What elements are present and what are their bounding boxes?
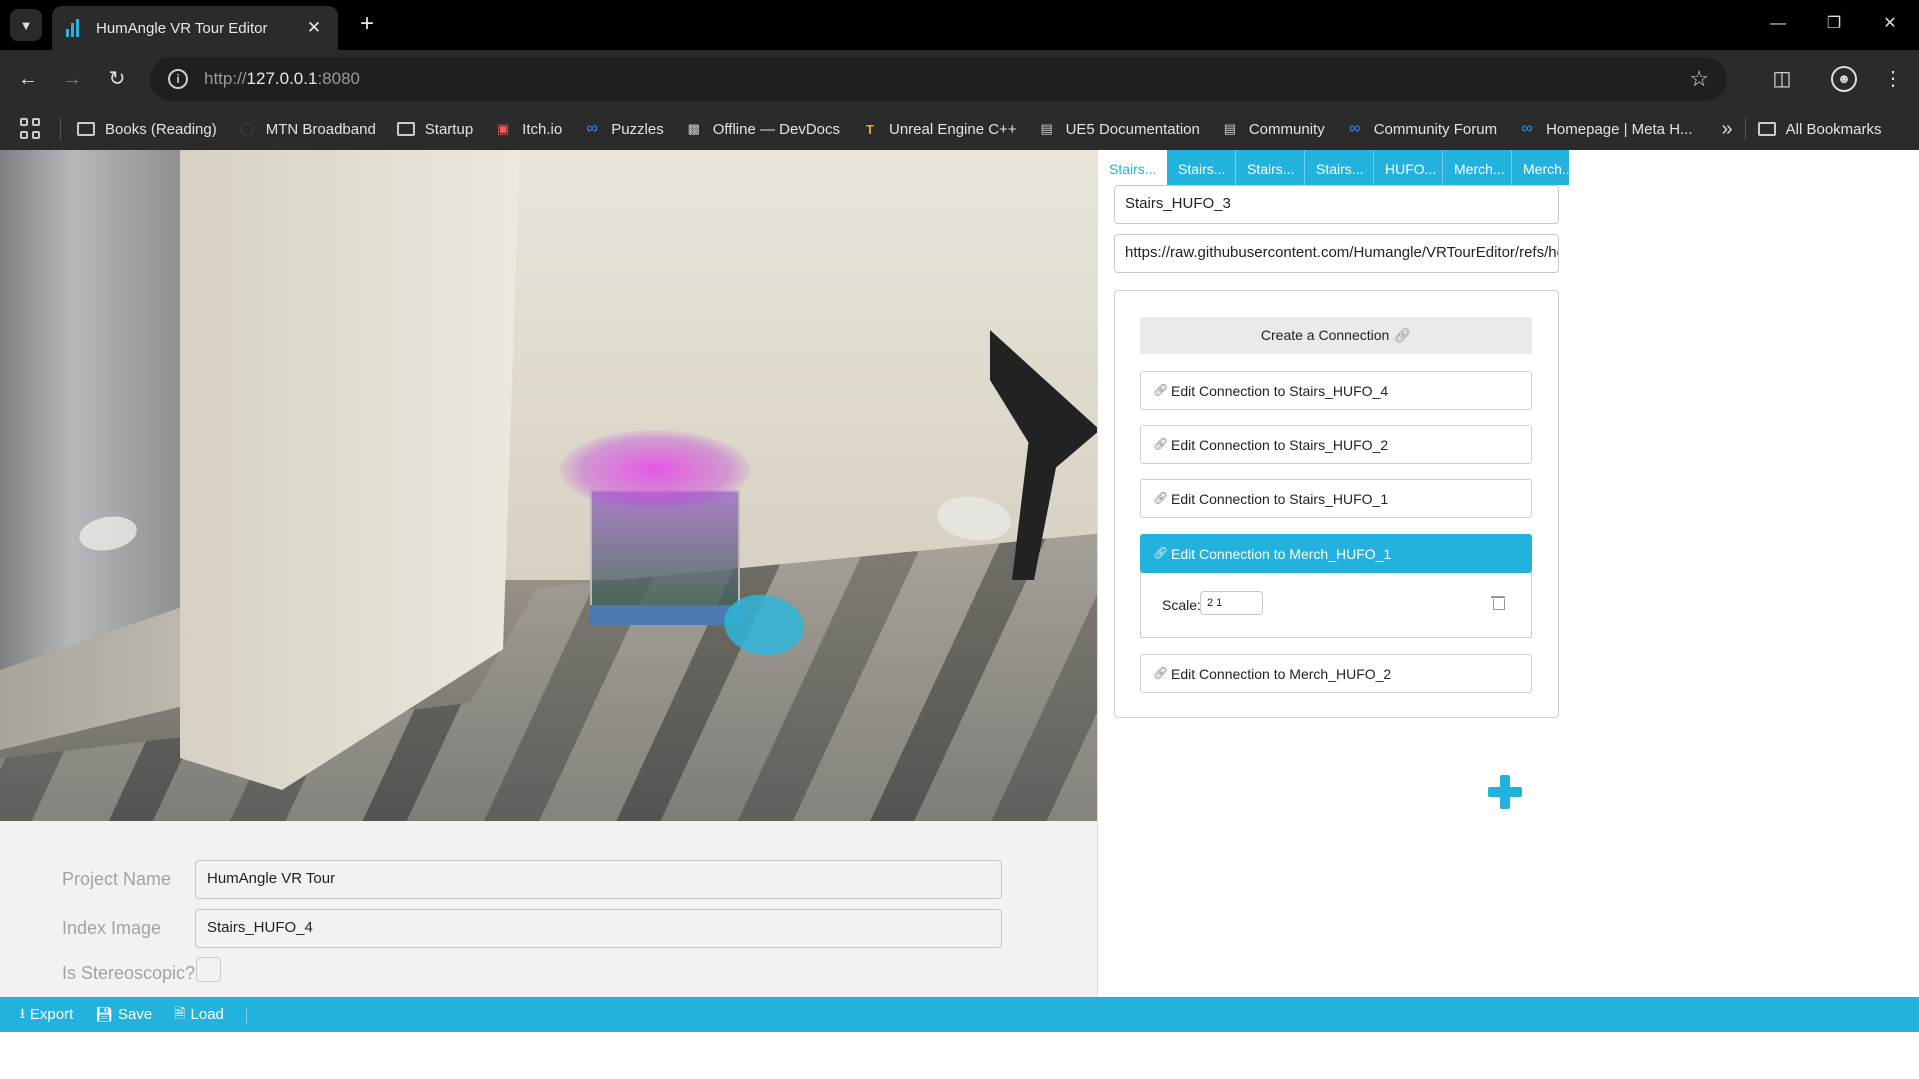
bookmark-community-forum[interactable]: ∞ Community Forum [1346, 120, 1497, 138]
link-icon: 🔗︎ [1153, 491, 1169, 505]
bookmark-devdocs[interactable]: ▩ Offline — DevDocs [685, 121, 840, 138]
tab-scene[interactable]: Stairs... [1305, 150, 1374, 185]
connection-details: Scale: 2 1 [1140, 572, 1532, 638]
meta-icon: ∞ [1521, 120, 1533, 137]
tab-scene[interactable]: Stairs... [1098, 150, 1167, 185]
toolbar-divider [245, 1006, 247, 1023]
create-connection-button[interactable]: Create a Connection 🔗︎ [1140, 317, 1532, 354]
bookmarks-divider [1744, 118, 1746, 140]
browser-tab-active[interactable]: HumAngle VR Tour Editor ✕ [52, 6, 338, 50]
devdocs-icon: ▩ [687, 121, 700, 136]
edit-connection-item[interactable]: 🔗︎ Edit Connection to Merch_HUFO_2 [1140, 654, 1532, 693]
vr-tour-editor-app: Project Name HumAngle VR Tour Index Imag… [0, 150, 1919, 1079]
more-bookmarks-icon[interactable]: » [1722, 118, 1733, 141]
new-tab-button[interactable]: + [352, 9, 382, 39]
folder-icon [77, 121, 95, 137]
extensions-icon[interactable]: ◫ [1766, 63, 1798, 95]
folder-icon [396, 121, 415, 137]
epic-icon: ▤ [1223, 121, 1236, 136]
browser-tab-bar: ▼ HumAngle VR Tour Editor ✕ + — ❐ ✕ [0, 0, 1919, 50]
unreal-icon: T [866, 121, 874, 137]
bookmark-books-reading[interactable]: Books (Reading) [77, 121, 217, 138]
edit-connection-item[interactable]: 🔗︎ Edit Connection to Stairs_HUFO_2 [1140, 425, 1532, 464]
edit-connection-item-active[interactable]: 🔗︎ Edit Connection to Merch_HUFO_1 [1140, 534, 1532, 573]
minimize-button[interactable]: — [1758, 8, 1798, 40]
link-icon: 🔗︎ [1153, 383, 1169, 397]
all-bookmarks[interactable]: All Bookmarks [1757, 121, 1882, 138]
bookmarks-bar: Books (Reading) ◯ MTN Broadband Startup ▣… [0, 108, 1919, 150]
meta-icon: ∞ [1349, 120, 1361, 137]
download-icon: ⭳ [20, 1004, 25, 1021]
epic-icon: ▤ [1040, 121, 1053, 136]
edit-connection-item[interactable]: 🔗︎ Edit Connection to Stairs_HUFO_1 [1140, 479, 1532, 518]
close-tab-icon[interactable]: ✕ [304, 18, 324, 38]
index-image-input[interactable]: Stairs_HUFO_4 [195, 909, 1002, 948]
bottom-toolbar: ⭳ Export 💾︎ Save 🗎︎ Load [0, 997, 1919, 1032]
more-menu-icon[interactable]: ⋮ [1877, 63, 1909, 95]
trash-icon[interactable] [1491, 596, 1505, 610]
tab-scene[interactable]: Merch... [1512, 150, 1569, 185]
bookmark-puzzles[interactable]: ∞ Puzzles [583, 120, 664, 138]
load-button[interactable]: 🗎︎ Load [174, 1003, 224, 1027]
bookmark-unreal-cpp[interactable]: T Unreal Engine C++ [861, 121, 1017, 138]
meta-icon: ∞ [586, 120, 598, 137]
add-scene-button[interactable] [1488, 775, 1522, 809]
browser-toolbar: ← → ↻ i http://127.0.0.1:8080 ☆ ◫ ☻ ⋮ [0, 50, 1919, 108]
chevron-down-icon: ▼ [19, 17, 33, 33]
url-text[interactable]: http://127.0.0.1:8080 [204, 69, 1689, 89]
project-name-input[interactable]: HumAngle VR Tour [195, 860, 1002, 899]
bookmarks-divider [60, 118, 61, 140]
tab-search-button[interactable]: ▼ [10, 9, 42, 41]
project-name-label: Project Name [62, 869, 172, 889]
bookmark-ue5-docs[interactable]: ▤ UE5 Documentation [1038, 121, 1199, 138]
tab-title: HumAngle VR Tour Editor [96, 19, 268, 37]
restore-button[interactable]: ❐ [1814, 8, 1854, 40]
export-button[interactable]: ⭳ Export [20, 1003, 73, 1027]
link-icon: 🔗︎ [1393, 327, 1412, 343]
scene-panel: Stairs... Stairs... Stairs... Stairs... … [1097, 150, 1919, 997]
bookmark-star-icon[interactable]: ☆ [1689, 66, 1709, 92]
tab-scene[interactable]: Merch... [1443, 150, 1512, 185]
save-icon: 💾︎ [95, 1006, 114, 1022]
tab-scene[interactable]: Stairs... [1236, 150, 1305, 185]
stereoscopic-label: Is Stereoscopic? [62, 963, 196, 983]
scene-tabs: Stairs... Stairs... Stairs... Stairs... … [1098, 150, 1569, 185]
app-favicon-icon [66, 19, 84, 37]
apps-grid-icon[interactable] [20, 118, 42, 140]
forward-button[interactable]: → [56, 63, 88, 95]
close-window-button[interactable]: ✕ [1870, 8, 1910, 40]
index-image-label: Index Image [62, 918, 162, 938]
bookmark-mtn-broadband[interactable]: ◯ MTN Broadband [238, 121, 375, 138]
globe-icon: ◯ [239, 121, 255, 136]
tab-scene[interactable]: HUFO... [1374, 150, 1443, 185]
link-icon: 🔗︎ [1153, 666, 1169, 680]
folder-icon [1757, 121, 1776, 137]
bookmark-community[interactable]: ▤ Community [1221, 121, 1325, 138]
itchio-icon: ▣ [497, 121, 510, 136]
reload-button[interactable]: ↻ [101, 63, 133, 95]
connections-box: Create a Connection 🔗︎ 🔗︎ Edit Connection … [1114, 290, 1559, 718]
scene-name-input[interactable]: Stairs_HUFO_3 [1114, 185, 1559, 224]
save-button[interactable]: 💾︎ Save [95, 1006, 152, 1023]
scale-input[interactable]: 2 1 [1200, 591, 1263, 615]
back-button[interactable]: ← [12, 63, 44, 95]
file-icon: 🗎︎ [174, 1004, 186, 1021]
address-bar[interactable]: i http://127.0.0.1:8080 ☆ [150, 57, 1727, 101]
tab-scene[interactable]: Stairs... [1167, 150, 1236, 185]
bookmark-meta-homepage[interactable]: ∞ Homepage | Meta H... [1518, 120, 1692, 138]
bookmark-startup[interactable]: Startup [396, 121, 473, 138]
profile-avatar-icon[interactable]: ☻ [1831, 66, 1857, 92]
link-icon: 🔗︎ [1153, 546, 1169, 560]
bookmark-itchio[interactable]: ▣ Itch.io [494, 121, 562, 138]
scale-label: Scale: [1162, 597, 1201, 613]
edit-connection-item[interactable]: 🔗︎ Edit Connection to Stairs_HUFO_4 [1140, 371, 1532, 410]
site-info-icon[interactable]: i [168, 69, 188, 89]
link-icon: 🔗︎ [1153, 437, 1169, 451]
scene-url-input[interactable]: https://raw.githubusercontent.com/Humang… [1114, 234, 1559, 273]
stereoscopic-checkbox[interactable] [196, 957, 221, 982]
